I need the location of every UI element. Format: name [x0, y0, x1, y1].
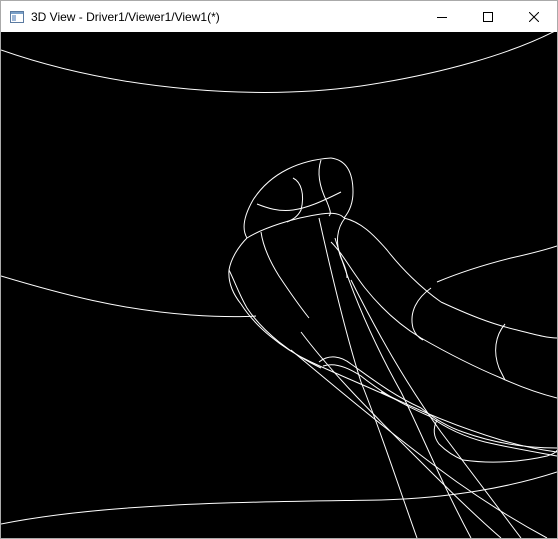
minimize-icon: [437, 16, 447, 18]
wire-curve: [495, 323, 506, 381]
wire-curve: [420, 407, 557, 449]
wire-curve: [243, 157, 332, 239]
wireframe-canvas[interactable]: [1, 32, 557, 538]
maximize-button[interactable]: [465, 1, 511, 32]
wire-curve: [411, 287, 432, 341]
wire-curve: [228, 237, 248, 305]
wire-curve: [436, 245, 557, 283]
minimize-button[interactable]: [419, 1, 465, 32]
wire-curve: [337, 217, 348, 279]
app-window: 3D View - Driver1/Viewer1/View1(*): [0, 0, 558, 539]
wire-curve: [1, 32, 555, 93]
wire-curve: [330, 157, 354, 219]
app-window-icon: [9, 9, 25, 25]
wire-curve: [462, 449, 557, 463]
wire-curve: [343, 217, 442, 303]
caption-buttons: [419, 1, 557, 32]
wire-curve: [420, 337, 557, 399]
wire-curve: [228, 269, 322, 369]
wire-curve: [350, 279, 522, 538]
wire-curve: [286, 177, 304, 223]
wire-curve: [318, 217, 418, 538]
title-bar[interactable]: 3D View - Driver1/Viewer1/View1(*): [1, 1, 557, 32]
wire-curve: [1, 471, 557, 525]
close-icon: [529, 11, 539, 22]
wire-curve: [260, 231, 310, 319]
3d-viewport[interactable]: [1, 32, 557, 538]
wire-curve: [334, 237, 472, 538]
wire-curve: [318, 159, 331, 217]
close-button[interactable]: [511, 1, 557, 32]
wire-curve: [1, 275, 257, 318]
maximize-icon: [483, 11, 493, 22]
wire-curve: [256, 191, 342, 211]
window-title: 3D View - Driver1/Viewer1/View1(*): [31, 9, 220, 24]
